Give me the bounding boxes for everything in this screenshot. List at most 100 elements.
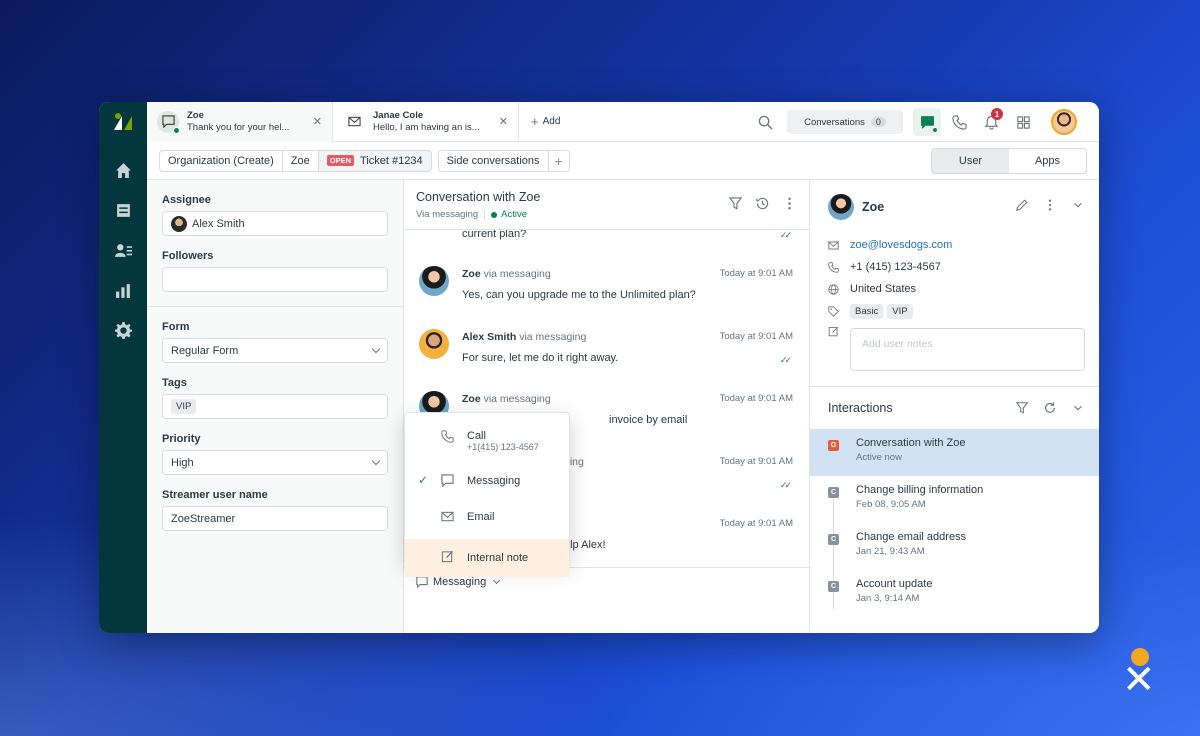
- note-edit-icon: [828, 326, 839, 337]
- channel-option-internal-note[interactable]: Internal note: [405, 539, 569, 577]
- filter-icon[interactable]: [1015, 401, 1029, 415]
- tag-chip[interactable]: Basic: [850, 303, 884, 319]
- breadcrumb-label: Organization (Create): [168, 154, 274, 167]
- conversation-channel: Via messaging: [416, 209, 479, 220]
- channel-selector[interactable]: Messaging: [416, 576, 797, 588]
- interaction-item[interactable]: O Conversation with Zoe Active now: [810, 429, 1099, 476]
- history-icon[interactable]: [755, 196, 770, 211]
- close-icon[interactable]: ✕: [499, 115, 508, 128]
- agent-workspace-window: Zoe Thank you for your hel... ✕ Janae Co…: [99, 102, 1099, 633]
- breadcrumb-organization[interactable]: Organization (Create): [159, 149, 283, 172]
- conversations-button[interactable]: Conversations 0: [787, 110, 903, 134]
- filter-icon[interactable]: [728, 196, 743, 211]
- form-select[interactable]: Regular Form: [162, 338, 388, 363]
- add-tab-label: Add: [542, 116, 561, 127]
- tag-chip[interactable]: VIP: [171, 399, 197, 414]
- streamer-field[interactable]: ZoeStreamer: [162, 506, 388, 531]
- chevron-down-icon[interactable]: [1071, 401, 1085, 415]
- channel-selector-label: Messaging: [433, 576, 487, 588]
- more-options-icon[interactable]: [782, 196, 797, 211]
- assignee-label: Assignee: [162, 194, 211, 206]
- channel-option-messaging[interactable]: ✓ Messaging: [405, 463, 569, 499]
- message-sender: Zoe: [462, 393, 481, 405]
- tags-label: Tags: [162, 377, 187, 389]
- user-notes-input[interactable]: Add user notes: [850, 328, 1085, 371]
- more-options-icon[interactable]: [1043, 198, 1057, 212]
- interaction-type-badge: C: [828, 534, 839, 545]
- notes-placeholder: Add user notes: [862, 338, 933, 350]
- close-icon[interactable]: ✕: [313, 115, 322, 128]
- add-tab-button[interactable]: + Add: [519, 114, 560, 129]
- tab-preview: Hello, I am having an is...: [373, 121, 480, 133]
- followers-field[interactable]: [162, 267, 388, 292]
- chat-icon: [157, 110, 180, 134]
- zendesk-logo-icon[interactable]: [112, 112, 134, 132]
- interaction-time: Jan 3, 9:14 AM: [856, 593, 920, 604]
- interaction-title: Change email address: [856, 531, 967, 543]
- breadcrumb-user[interactable]: Zoe: [282, 149, 319, 172]
- user-phone-row: +1 (415) 123-4567: [810, 256, 1099, 278]
- chat-icon: [416, 576, 428, 588]
- refresh-icon[interactable]: [1043, 401, 1057, 415]
- profile-avatar[interactable]: [1051, 109, 1077, 135]
- breadcrumb-ticket[interactable]: OPEN Ticket #1234: [318, 149, 432, 172]
- avatar: [419, 266, 449, 296]
- channel-option-email[interactable]: Email: [405, 499, 569, 535]
- home-icon[interactable]: [99, 150, 147, 190]
- messaging-status-button[interactable]: [911, 106, 943, 138]
- channel-option-call[interactable]: Call +1(415) 123-4567: [405, 419, 569, 463]
- breadcrumb-label: Zoe: [290, 154, 310, 167]
- ticket-breadcrumb-bar: Organization (Create) Zoe OPEN Ticket #1…: [147, 142, 1099, 180]
- note-edit-icon: [441, 550, 454, 563]
- nav-rail: [99, 102, 147, 633]
- option-label: Messaging: [467, 475, 521, 487]
- read-receipt-icon: ✓✓: [779, 355, 792, 365]
- user-apps-toggle: User Apps: [931, 148, 1087, 174]
- chevron-down-icon[interactable]: [1071, 198, 1085, 212]
- chat-bubble-icon: [913, 108, 941, 136]
- conversations-count: 0: [870, 117, 886, 127]
- priority-value: High: [171, 456, 194, 469]
- interaction-item[interactable]: C Account update Jan 3, 9:14 AM: [810, 570, 1099, 617]
- apps-grid-icon[interactable]: [1007, 106, 1039, 138]
- user-email-link[interactable]: zoe@lovesdogs.com: [850, 239, 952, 251]
- message-channel: via messaging: [483, 268, 551, 280]
- message-time: Today at 9:01 AM: [719, 331, 793, 342]
- contacts-icon[interactable]: [99, 230, 147, 270]
- toggle-user[interactable]: User: [932, 149, 1009, 173]
- tag-chip[interactable]: VIP: [887, 303, 913, 319]
- read-receipt-icon: ✓✓: [779, 480, 792, 490]
- tab-title: Zoe: [187, 109, 204, 121]
- search-icon[interactable]: [749, 106, 781, 138]
- tab-janae-cole[interactable]: Janae Cole Hello, I am having an is... ✕: [333, 102, 519, 142]
- tags-field[interactable]: VIP: [162, 394, 388, 419]
- message-time: Today at 9:01 AM: [719, 456, 793, 467]
- priority-select[interactable]: High: [162, 450, 388, 475]
- assignee-field[interactable]: Alex Smith: [162, 211, 388, 236]
- toggle-apps[interactable]: Apps: [1009, 149, 1086, 173]
- followers-label: Followers: [162, 250, 214, 262]
- side-conversations-button[interactable]: Side conversations: [439, 150, 549, 171]
- tickets-icon[interactable]: [99, 190, 147, 230]
- message-body: current plan?: [462, 230, 527, 240]
- edit-pencil-icon[interactable]: [1015, 198, 1029, 212]
- interaction-item[interactable]: C Change email address Jan 21, 9:43 AM: [810, 523, 1099, 570]
- conversation-header: Conversation with Zoe Via messaging Acti…: [404, 180, 809, 230]
- conversation-panel: Conversation with Zoe Via messaging Acti…: [404, 180, 810, 633]
- settings-icon[interactable]: [99, 310, 147, 350]
- interactions-title: Interactions: [828, 401, 893, 415]
- bell-icon[interactable]: 1: [975, 106, 1007, 138]
- brand-logo-icon: ✕: [1120, 648, 1160, 704]
- phone-icon[interactable]: [943, 106, 975, 138]
- option-label: Call: [467, 430, 486, 442]
- interaction-item[interactable]: C Change billing information Feb 08, 9:0…: [810, 476, 1099, 523]
- plus-icon[interactable]: +: [549, 153, 569, 169]
- interaction-time: Active now: [856, 452, 902, 463]
- option-label: Internal note: [467, 552, 529, 564]
- reports-icon[interactable]: [99, 270, 147, 310]
- globe-icon: [828, 283, 839, 295]
- chevron-down-icon: [493, 576, 501, 585]
- message-body: elp Alex!: [564, 539, 606, 551]
- tab-zoe[interactable]: Zoe Thank you for your hel... ✕: [147, 102, 333, 142]
- avatar: [171, 215, 187, 232]
